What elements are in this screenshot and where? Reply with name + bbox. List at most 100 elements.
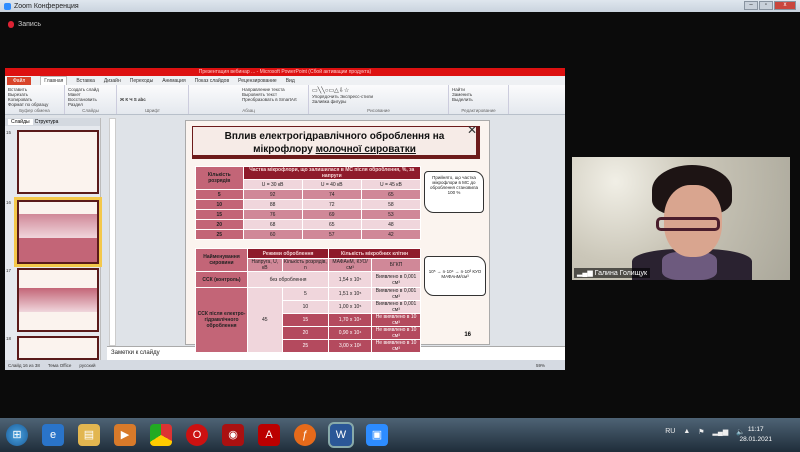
select-button[interactable]: Выделить [452,97,505,102]
vertical-ruler [109,118,116,346]
show-hidden-icons[interactable]: ▲ [683,428,690,436]
close-button[interactable]: x [774,1,796,10]
slide-number: 15 [6,130,12,135]
group-label: Редактирование [461,108,496,113]
cell: 3,00 x 10³ [328,339,373,353]
cell: 74 [301,189,362,200]
zoom-level[interactable]: 59% [536,363,545,368]
smartart-button[interactable]: Преобразовать в SmartArt [242,97,305,102]
col-header: Напруга, U, кВ [247,258,283,272]
file-explorer-icon[interactable]: ▤ [78,424,100,446]
col-group-header: Режими оброблення [246,248,330,259]
slide-thumbnail-15[interactable] [17,130,99,194]
cell: 92 [242,189,303,200]
group-label: Шрифт [145,108,160,113]
close-x-icon: ✕ [466,123,477,137]
table-row: ССК після електро-гідравлічного оброблен… [195,287,421,353]
cell: Виявлено в 0,001 см³ [371,271,421,288]
format-painter-button[interactable]: Формат по образцу [8,102,61,107]
cell: 1,70 x 10⁴ [328,313,373,327]
col-header: МАФАнМ, КУО/см³ [328,258,373,272]
slide-number: 16 [6,200,12,205]
group-label: Рисование [367,108,390,113]
slide-counter: Слайд 16 из 38 [8,362,40,368]
acrobat-icon[interactable]: A [258,424,280,446]
maximize-button[interactable]: ▫ [759,1,773,10]
table-row: 10 88 72 58 [195,199,422,210]
cell: 5 [281,287,330,301]
cell: Не виявлено в 10 см³ [371,313,421,327]
slide-title: Вплив електрогідравлічного оброблення на… [192,126,480,159]
cell: 48 [360,219,422,230]
flag-icon[interactable]: ⚑ [698,428,704,436]
minimize-button[interactable]: – [744,1,758,10]
cell: Не виявлено в 10 см³ [371,339,421,353]
title-line-1: Вплив електрогідравлічного оброблення на [224,131,445,142]
shapes-gallery[interactable]: ▭╲╲○▭△⇩☆ [312,87,445,94]
group-label: Абзац [242,108,255,113]
network-icon[interactable]: ▂▄▆ [713,428,729,436]
recording-indicator[interactable]: Запись [8,21,41,28]
section-button[interactable]: Раздел [68,102,113,107]
zoom-logo-icon [4,2,11,10]
cell: 53 [360,209,422,220]
slide-thumbnail-16[interactable] [14,197,102,267]
time: 11:17 [747,426,764,433]
cell: 69 [301,209,362,220]
current-slide: Вплив електрогідравлічного оброблення на… [185,120,490,353]
cell: Виявлено в 0,001 см³ [371,300,421,314]
tab-review[interactable]: Рецензирование [238,78,277,84]
group-font: Ж К Ч S abc Шрифт [117,85,189,114]
tab-transitions[interactable]: Переходы [130,78,153,84]
tab-file[interactable]: Файл [7,76,32,85]
group-paragraph: Направление текста Выровнять текст Преобра… [189,85,309,114]
tab-slideshow[interactable]: Показ слайдов [195,78,229,84]
row-label: ССК після електро-гідравлічного оброблен… [195,287,248,353]
ribbon-tabs: Файл Главная Вставка Дизайн Переходы Ани… [5,75,565,86]
table-microbial-cells: Найменування сировини Режими оброблення Кі… [195,248,421,353]
participant-name: Галина Голищук [594,270,648,277]
language-indicator[interactable]: RU [665,428,675,436]
note-scroll-1: Прийнято, що частка мікрофлори в МС до о… [424,171,484,213]
cell: 68 [242,219,303,230]
tab-slides[interactable]: Слайды [8,119,33,125]
slide-thumbnail-18[interactable] [17,336,99,360]
cell: 10 [195,199,244,210]
cell: 45 [247,287,283,353]
cell: 88 [242,199,303,210]
media-player-icon[interactable]: ▶ [114,424,136,446]
internet-explorer-icon[interactable]: e [42,424,64,446]
tab-insert[interactable]: Вставка [76,78,95,84]
table-header: Частка мікрофлори, що залишилася в МС пі… [242,166,422,180]
slide-thumbnail-17[interactable] [17,268,99,332]
cell: 0,90 x 10⁴ [328,326,373,340]
title-line-2b: молочної сироватки [315,144,416,155]
word-icon[interactable]: W [328,422,354,448]
tab-home[interactable]: Главная [40,75,68,86]
start-button-icon[interactable]: ⊞ [6,424,28,446]
tab-animation[interactable]: Анимация [162,78,185,84]
language[interactable]: русский [79,363,95,368]
firefox-icon[interactable]: ƒ [294,424,316,446]
chrome-icon[interactable] [150,424,172,446]
app-icon[interactable]: ◉ [222,424,244,446]
col-group-header: Кількість мікробних клітин [328,248,421,259]
tab-design[interactable]: Дизайн [104,78,121,84]
cell: без оброблення [246,271,330,288]
tab-outline[interactable]: Структура [35,119,59,125]
font-format-buttons[interactable]: Ж К Ч S abc [120,97,185,102]
participant-video[interactable]: ▂▄▆ Галина Голищук [572,157,790,280]
tab-view[interactable]: Вид [286,78,295,84]
theme-name: Тема Office [47,362,72,368]
participant-glasses [656,217,720,231]
recording-label: Запись [18,21,41,28]
shape-fill-button[interactable]: Заливка фигуры [312,99,445,104]
clock[interactable]: 11:17 28.01.2021 [739,425,772,445]
opera-icon[interactable]: O [186,424,208,446]
cell: 58 [360,199,422,210]
signal-icon: ▂▄▆ [577,270,595,277]
title-line-2a: мікрофлору [253,144,316,155]
record-icon [8,21,14,28]
slide-page-number: 16 [464,332,471,338]
zoom-taskbar-icon[interactable]: ▣ [366,424,388,446]
